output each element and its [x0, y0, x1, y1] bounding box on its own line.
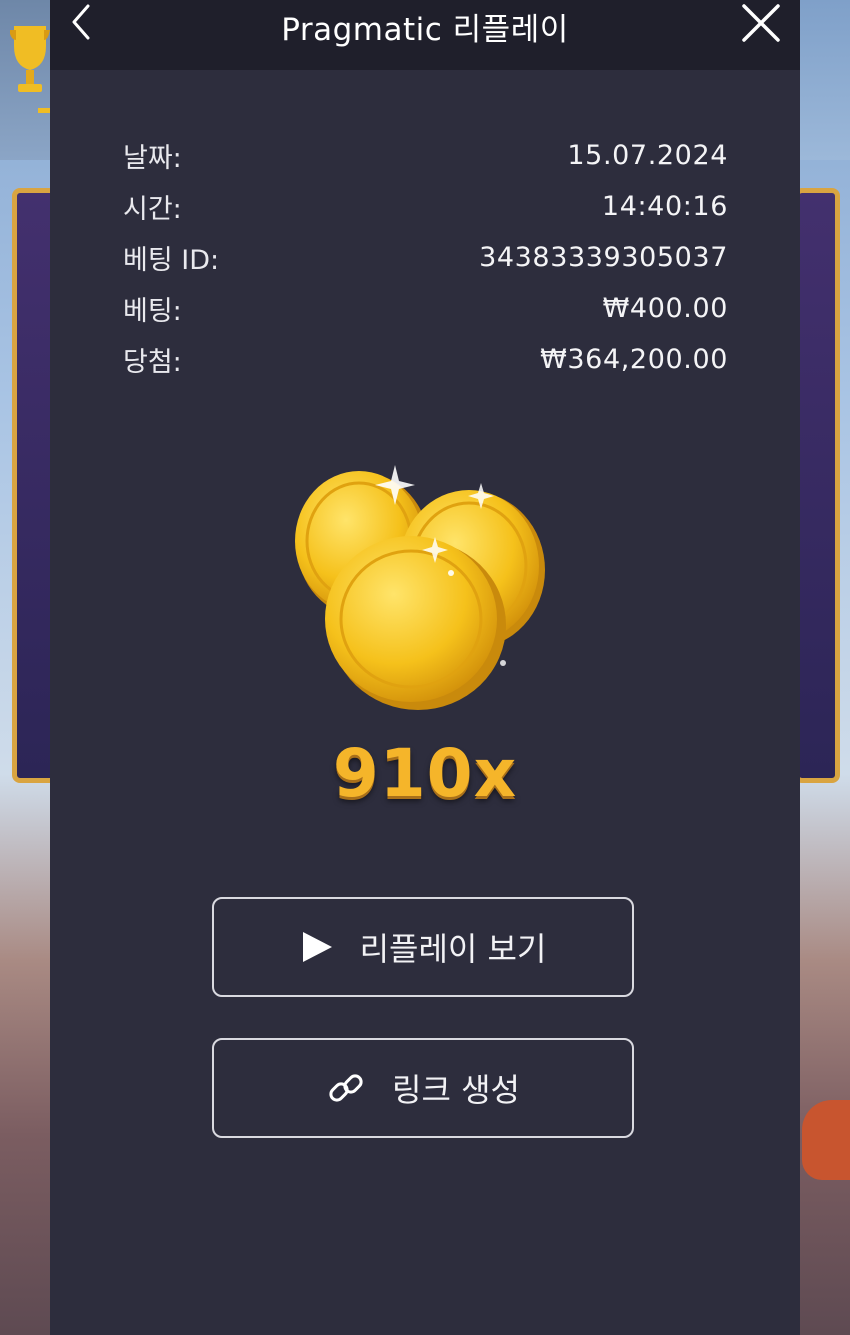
- create-link-button[interactable]: 링크 생성: [212, 1038, 634, 1138]
- detail-value: ₩400.00: [602, 293, 728, 324]
- modal-title: Pragmatic 리플레이: [281, 12, 569, 48]
- detail-row-bet-id: 베팅 ID: 34383339305037: [123, 232, 728, 283]
- trophy-icon: [8, 18, 52, 113]
- detail-value: ₩364,200.00: [540, 344, 728, 375]
- detail-value: 34383339305037: [479, 242, 728, 273]
- win-multiplier: 910x: [332, 735, 518, 812]
- link-icon: [326, 1068, 366, 1108]
- detail-row-time: 시간: 14:40:16: [123, 181, 728, 232]
- detail-label: 베팅:: [123, 296, 182, 327]
- close-icon[interactable]: [740, 2, 782, 44]
- detail-label: 당첨:: [123, 347, 182, 378]
- detail-row-date: 날짜: 15.07.2024: [123, 130, 728, 181]
- detail-row-bet: 베팅: ₩400.00: [123, 283, 728, 334]
- game-reel-frame-right: [794, 188, 840, 783]
- detail-label: 시간:: [123, 194, 182, 225]
- detail-label: 베팅 ID:: [123, 245, 220, 276]
- detail-label: 날짜:: [123, 143, 182, 174]
- create-link-label: 링크 생성: [392, 1071, 520, 1109]
- detail-value: 15.07.2024: [567, 140, 728, 171]
- bet-details: 날짜: 15.07.2024 시간: 14:40:16 베팅 ID: 34383…: [123, 130, 728, 385]
- game-decoration: [802, 1100, 850, 1180]
- play-icon: [300, 930, 334, 964]
- view-replay-label: 리플레이 보기: [359, 930, 547, 968]
- detail-row-win: 당첨: ₩364,200.00: [123, 334, 728, 385]
- gold-coins-icon: [285, 445, 565, 720]
- modal-header: Pragmatic 리플레이: [50, 0, 800, 70]
- detail-value: 14:40:16: [601, 191, 728, 222]
- game-background-top-right: [800, 0, 850, 160]
- view-replay-button[interactable]: 리플레이 보기: [212, 897, 634, 997]
- replay-modal: Pragmatic 리플레이 날짜: 15.07.2024 시간: 14:40:…: [50, 0, 800, 1335]
